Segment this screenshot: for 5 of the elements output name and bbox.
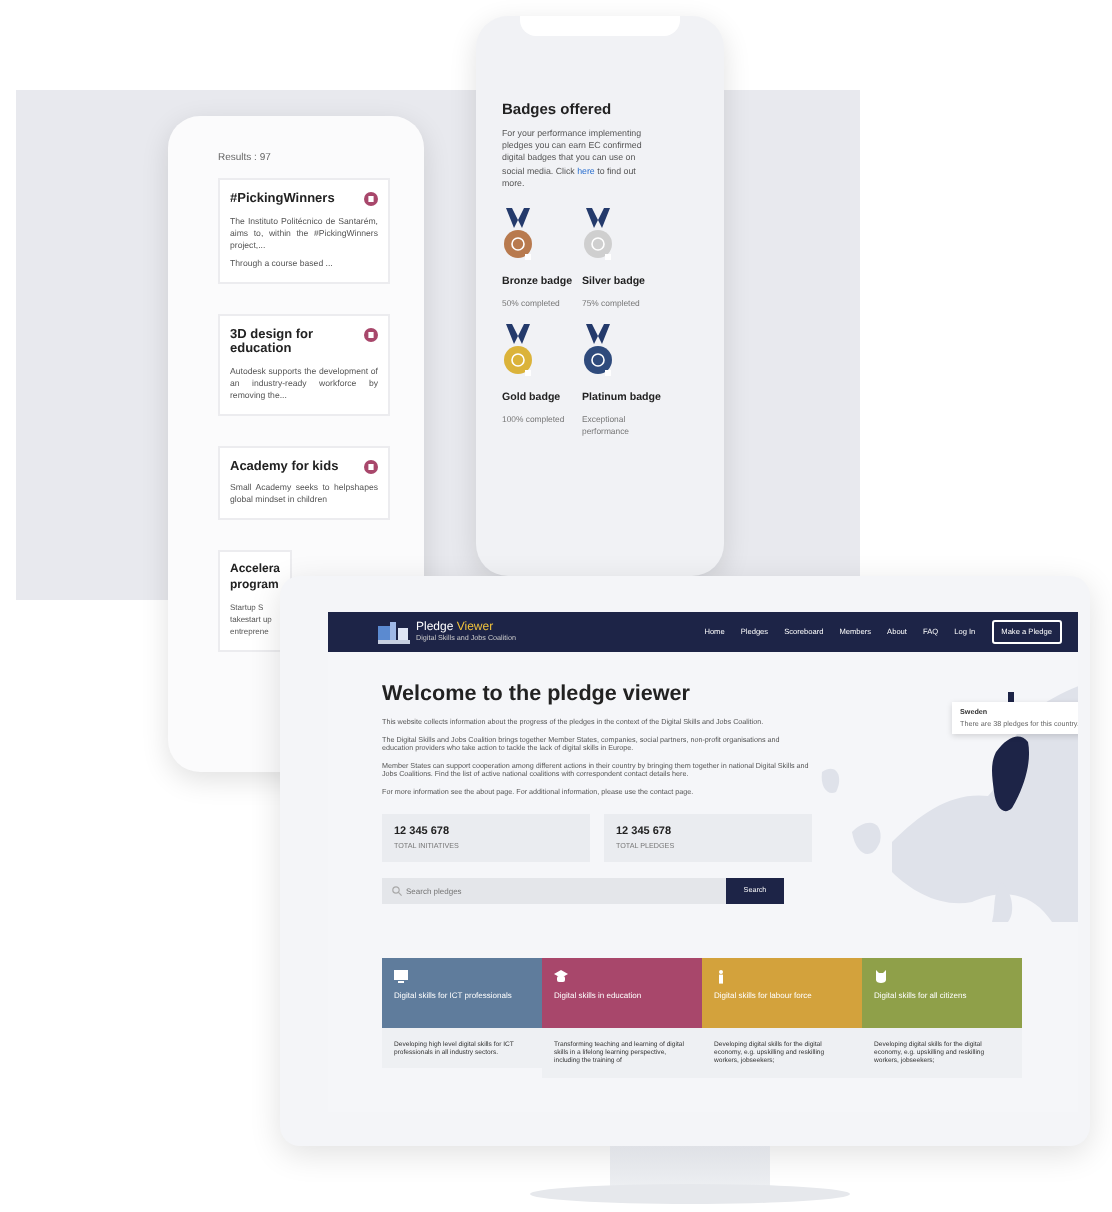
logo-icon <box>378 621 410 643</box>
monitor-icon <box>394 970 408 984</box>
page-heading: Welcome to the pledge viewer <box>382 682 692 706</box>
search-icon <box>392 885 402 896</box>
graduation-cap-icon <box>554 970 568 984</box>
